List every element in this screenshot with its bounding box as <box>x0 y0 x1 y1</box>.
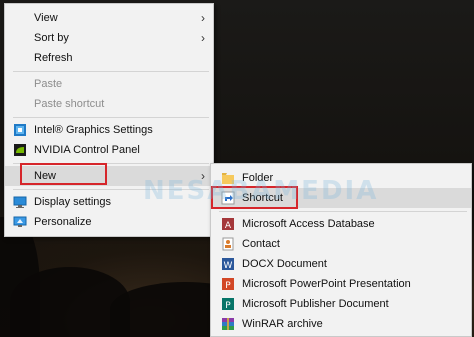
submenu-item-label: Contact <box>242 238 280 250</box>
menu-item-label: View <box>34 12 58 24</box>
menu-item-label: Refresh <box>34 52 73 64</box>
submenu-item-access-database[interactable]: A Microsoft Access Database <box>211 214 471 234</box>
menu-item-sort-by[interactable]: Sort by › <box>5 28 213 48</box>
nvidia-icon <box>13 143 27 157</box>
menu-item-label: Personalize <box>34 216 92 228</box>
menu-item-label: Paste shortcut <box>34 98 105 110</box>
chevron-right-icon: › <box>201 31 205 45</box>
display-icon <box>13 195 27 209</box>
menu-item-view[interactable]: View › <box>5 8 213 28</box>
menu-item-label: Sort by <box>34 32 69 44</box>
powerpoint-icon: P <box>221 277 235 291</box>
submenu-item-label: Microsoft Access Database <box>242 218 375 230</box>
submenu-item-label: Microsoft PowerPoint Presentation <box>242 278 411 290</box>
svg-text:W: W <box>224 261 233 271</box>
submenu-item-label: Microsoft Publisher Document <box>242 298 389 310</box>
menu-item-personalize[interactable]: Personalize <box>5 212 213 232</box>
menu-separator <box>219 211 467 212</box>
submenu-item-docx-document[interactable]: W DOCX Document <box>211 254 471 274</box>
submenu-item-contact[interactable]: Contact <box>211 234 471 254</box>
svg-text:P: P <box>225 281 231 291</box>
menu-item-intel-graphics[interactable]: Intel® Graphics Settings <box>5 120 213 140</box>
submenu-item-publisher[interactable]: P Microsoft Publisher Document <box>211 294 471 314</box>
submenu-item-label: WinRAR archive <box>242 318 323 330</box>
winrar-icon <box>221 317 235 331</box>
publisher-icon: P <box>221 297 235 311</box>
annotation-highlight-box <box>20 163 107 185</box>
intel-graphics-icon <box>13 123 27 137</box>
contact-icon <box>221 237 235 251</box>
menu-separator <box>13 71 209 72</box>
submenu-item-winrar[interactable]: WinRAR archive <box>211 314 471 334</box>
menu-item-label: Display settings <box>34 196 112 208</box>
word-icon: W <box>221 257 235 271</box>
menu-item-paste-shortcut[interactable]: Paste shortcut <box>5 94 213 114</box>
menu-separator <box>13 117 209 118</box>
watermark-text: NESABAMEDIA <box>143 176 379 206</box>
menu-item-paste[interactable]: Paste <box>5 74 213 94</box>
menu-item-label: NVIDIA Control Panel <box>34 144 140 156</box>
menu-item-refresh[interactable]: Refresh <box>5 48 213 68</box>
access-icon: A <box>221 217 235 231</box>
chevron-right-icon: › <box>201 11 205 25</box>
personalize-icon <box>13 215 27 229</box>
submenu-item-powerpoint[interactable]: P Microsoft PowerPoint Presentation <box>211 274 471 294</box>
svg-text:P: P <box>225 301 231 311</box>
menu-item-nvidia[interactable]: NVIDIA Control Panel <box>5 140 213 160</box>
svg-text:A: A <box>225 221 232 231</box>
menu-item-label: Intel® Graphics Settings <box>34 124 153 136</box>
menu-item-label: Paste <box>34 78 63 90</box>
submenu-item-label: DOCX Document <box>242 258 327 270</box>
